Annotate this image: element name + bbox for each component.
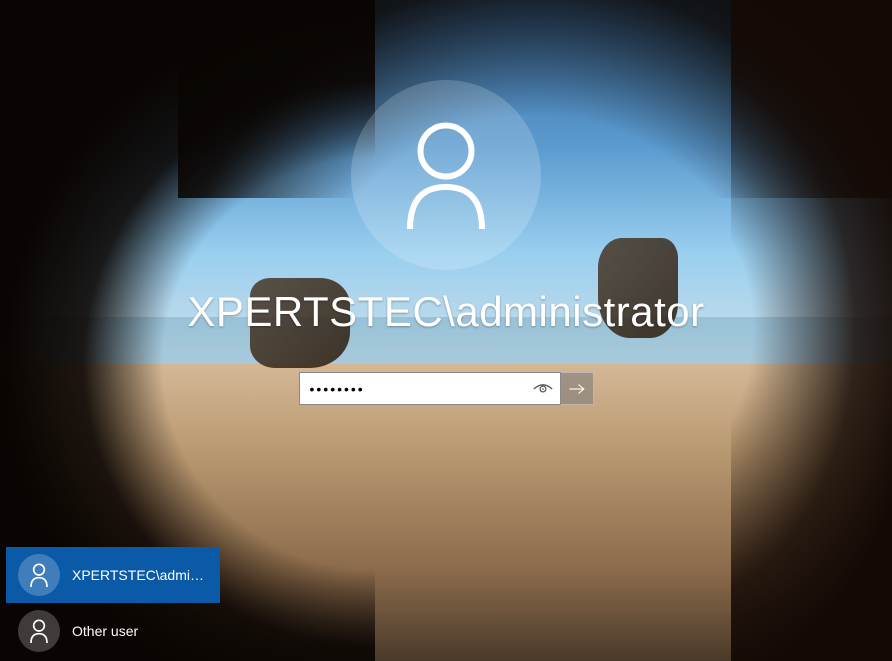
- user-item-other[interactable]: Other user: [6, 603, 220, 659]
- user-avatar-small: [18, 554, 60, 596]
- username-display: XPERTSTEC\administrator: [187, 288, 704, 336]
- user-avatar-small: [18, 610, 60, 652]
- user-item-administrator[interactable]: XPERTSTEC\admin...: [6, 547, 220, 603]
- person-icon: [401, 120, 491, 230]
- person-icon: [29, 619, 49, 643]
- user-item-label: XPERTSTEC\admin...: [72, 567, 208, 583]
- password-input[interactable]: [300, 373, 526, 404]
- submit-button[interactable]: [561, 372, 594, 405]
- login-panel: XPERTSTEC\administrator: [0, 80, 892, 405]
- password-row: [299, 372, 594, 405]
- reveal-password-button[interactable]: [526, 373, 560, 404]
- arrow-right-icon: [568, 382, 586, 396]
- user-avatar: [351, 80, 541, 270]
- user-item-label: Other user: [72, 623, 138, 639]
- eye-icon: [533, 382, 553, 396]
- person-icon: [29, 563, 49, 587]
- password-box: [299, 372, 561, 405]
- user-switcher-list: XPERTSTEC\admin... Other user: [6, 547, 220, 659]
